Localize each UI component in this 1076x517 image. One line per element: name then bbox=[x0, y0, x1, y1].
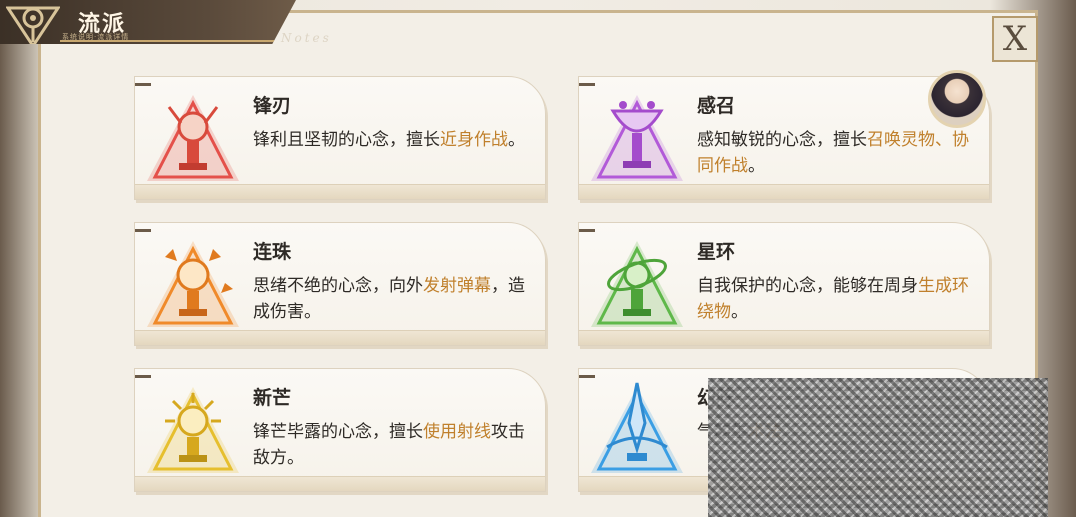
school-keyword: 发射弹幕 bbox=[423, 276, 491, 296]
school-title: 新芒 bbox=[253, 387, 292, 409]
school-title: 连珠 bbox=[253, 241, 292, 263]
summon-chalice-icon bbox=[591, 95, 683, 181]
school-card-barrage[interactable]: 连珠 思绪不绝的心念，向外发射弹幕，造成伤害。 bbox=[134, 222, 546, 346]
school-description: 锋利且坚韧的心念，擅长近身作战。 bbox=[253, 130, 525, 150]
school-card-ray[interactable]: 新芒 锋芒毕露的心念，擅长使用射线攻击敌方。 bbox=[134, 368, 546, 492]
school-card-orbit[interactable]: 星环 自我保护的心念，能够在周身生成环绕物。 bbox=[578, 222, 990, 346]
card-base bbox=[135, 184, 545, 199]
school-card-blade[interactable]: 锋刃 锋利且坚韧的心念，擅长近身作战。 bbox=[134, 76, 546, 200]
school-description: 自我保护的心念，能够在周身生成环绕物。 bbox=[697, 276, 969, 322]
blade-trophy-icon bbox=[147, 95, 239, 181]
barrage-orb-icon bbox=[147, 241, 239, 327]
school-title: 锋刃 bbox=[253, 95, 292, 117]
card-base bbox=[579, 184, 989, 199]
school-title: 感召 bbox=[697, 95, 736, 117]
school-description: 感知敏锐的心念，擅长召唤灵物、协同作战。 bbox=[697, 130, 969, 176]
school-emblem-icon bbox=[6, 6, 60, 44]
school-keyword: 使用射线 bbox=[423, 422, 491, 442]
school-description: 锋芒毕露的心念，擅长使用射线攻击敌方。 bbox=[253, 422, 525, 468]
close-button[interactable]: X bbox=[992, 16, 1038, 62]
qr-mosaic-overlay bbox=[708, 378, 1048, 517]
card-base bbox=[135, 476, 545, 491]
card-base bbox=[135, 330, 545, 345]
orbit-ring-icon bbox=[591, 241, 683, 327]
school-keyword: 近身作战 bbox=[440, 130, 508, 150]
close-icon: X bbox=[1002, 19, 1028, 59]
school-description: 思绪不绝的心念，向外发射弹幕，造成伤害。 bbox=[253, 276, 525, 322]
school-title: 星环 bbox=[697, 241, 736, 263]
panel-watermark: Notes bbox=[281, 31, 332, 45]
card-base bbox=[579, 330, 989, 345]
header-bar: 流派 系统说明·流派详情 bbox=[0, 0, 296, 44]
sun-ray-icon bbox=[147, 387, 239, 473]
page-subtitle: 系统说明·流派详情 bbox=[62, 33, 130, 41]
crystal-spire-icon bbox=[591, 382, 683, 473]
player-avatar[interactable] bbox=[928, 70, 986, 128]
